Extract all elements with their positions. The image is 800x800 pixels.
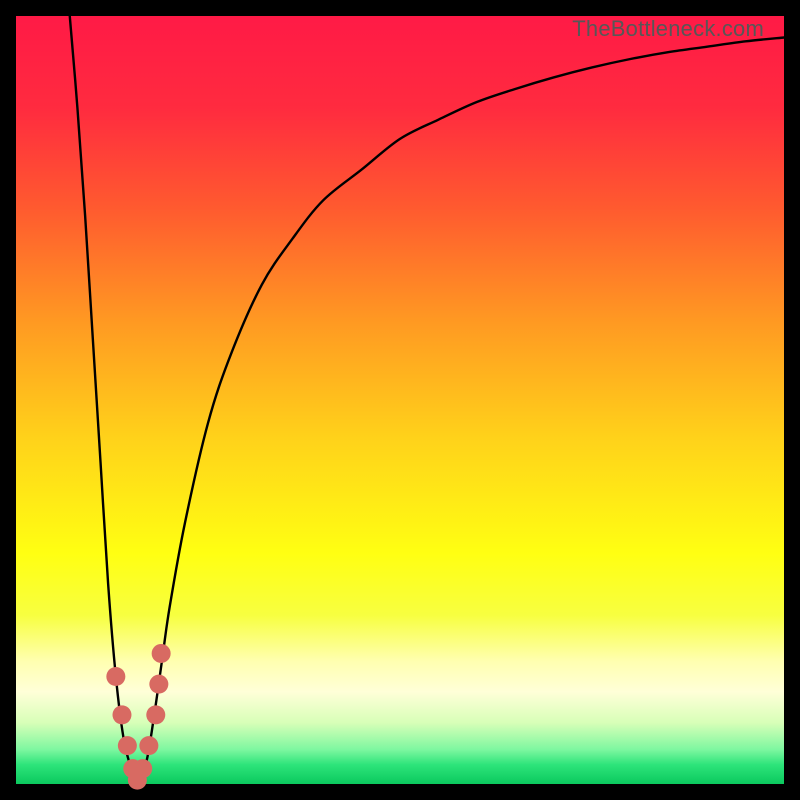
curve-marker-dot — [133, 759, 152, 778]
curve-marker-dot — [152, 644, 171, 663]
chart-frame: TheBottleneck.com — [16, 16, 784, 784]
curve-marker-dot — [106, 667, 125, 686]
chart-plot-layer — [16, 16, 784, 784]
curve-marker-dot — [112, 705, 131, 724]
watermark-text: TheBottleneck.com — [572, 16, 764, 42]
bottleneck-curve — [70, 16, 784, 784]
curve-marker-dot — [139, 736, 158, 755]
curve-marker-dot — [118, 736, 137, 755]
curve-marker-dot — [146, 705, 165, 724]
curve-marker-dot — [149, 675, 168, 694]
